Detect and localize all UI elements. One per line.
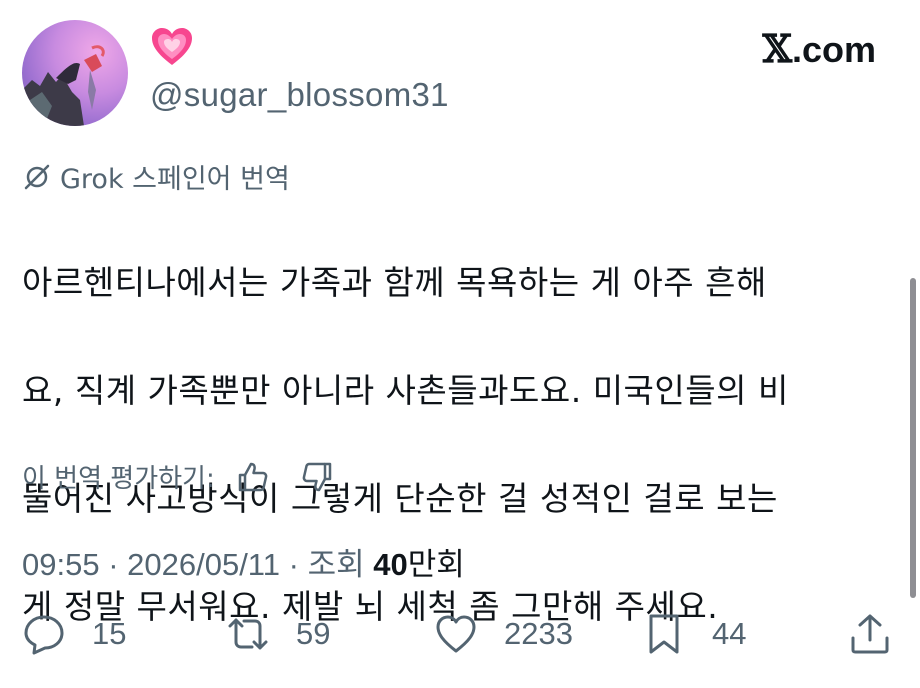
reply-button[interactable]: 15 — [22, 612, 126, 656]
rate-label: 이 번역 평가하기: — [22, 464, 215, 494]
grok-icon — [24, 164, 50, 189]
bookmark-icon — [649, 614, 679, 654]
like-count: 2233 — [504, 616, 573, 651]
thumbs-down-icon[interactable] — [299, 459, 335, 495]
share-icon — [851, 614, 889, 654]
views-count: 40 — [373, 547, 408, 582]
repost-count: 59 — [296, 616, 331, 651]
translation-attribution[interactable]: Grok 스페인어 번역 — [22, 157, 290, 196]
bookmark-count: 44 — [712, 616, 747, 651]
like-button[interactable]: 2233 — [434, 612, 573, 656]
reply-count: 15 — [92, 616, 127, 651]
translation-rating: 이 번역 평가하기: — [22, 458, 335, 495]
repost-button[interactable]: 59 — [226, 612, 330, 656]
meta-separator: · — [99, 547, 128, 582]
brand-domain: .com — [791, 29, 876, 70]
author-handle[interactable]: @sugar_blossom31 — [150, 76, 449, 114]
bookmark-button[interactable]: 44 — [642, 612, 746, 656]
translation-label: Grok 스페인어 번역 — [60, 164, 290, 195]
repost-icon — [228, 618, 268, 650]
tweet-time[interactable]: 09:55 — [22, 547, 100, 582]
meta-separator: · — [280, 547, 308, 582]
tweet-line: 아르헨티나에서는 가족과 함께 목욕하는 게 아주 흔해 — [22, 263, 767, 302]
thumbs-up-icon[interactable] — [235, 459, 271, 495]
action-bar: 15 59 2233 44 — [22, 612, 892, 672]
avatar[interactable] — [22, 20, 128, 126]
x-com-watermark: 𝕏.com — [762, 26, 876, 71]
scrollbar[interactable] — [910, 278, 916, 598]
tweet-metadata: 09:55 · 2026/05/11 · 조회 40만회 — [22, 539, 465, 584]
tweet-date[interactable]: 2026/05/11 — [127, 547, 280, 582]
pink-heart-emoji — [152, 28, 192, 65]
avatar-art — [22, 45, 105, 126]
views-unit: 만회 — [407, 547, 465, 582]
share-button[interactable] — [848, 612, 892, 656]
tweet-line: 요, 직계 가족뿐만 아니라 사촌들과도요. 미국인들의 비 — [22, 371, 789, 410]
views-label: 조회 — [307, 547, 374, 582]
reply-icon — [24, 615, 64, 655]
heart-icon — [436, 615, 476, 653]
x-logo: 𝕏 — [762, 26, 792, 71]
